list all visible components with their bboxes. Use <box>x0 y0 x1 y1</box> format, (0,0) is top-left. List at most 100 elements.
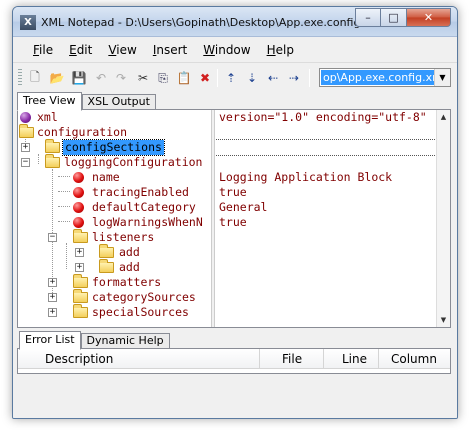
delete-icon[interactable]: ✖ <box>197 70 213 86</box>
cut-icon[interactable]: ✂ <box>135 70 151 86</box>
expand-icon[interactable]: + <box>48 278 57 287</box>
expand-icon[interactable]: + <box>48 293 57 302</box>
scroll-down-icon[interactable]: ▼ <box>437 313 450 327</box>
nudge-left-icon[interactable]: ⇠ <box>265 70 281 86</box>
menu-window-label: indow <box>214 43 251 57</box>
value-xml-declaration[interactable]: version="1.0" encoding="utf-8" <box>219 110 427 125</box>
toolbar-grip[interactable] <box>18 69 22 87</box>
folder-icon <box>73 274 88 288</box>
column-header-file[interactable]: File <box>260 349 324 368</box>
expand-icon[interactable]: + <box>75 248 84 257</box>
expand-icon[interactable]: + <box>75 263 84 272</box>
undo-icon[interactable]: ↶ <box>93 70 109 86</box>
tree-node-label: xml <box>37 110 58 124</box>
tree-node-label: loggingConfiguration <box>64 155 203 169</box>
location-combobox[interactable]: op\App.exe.config.xml ▼ <box>319 68 451 87</box>
toolbar: 🗋 📂 💾 ↶ ↷ ✂ ⎘ 📋 ✖ ⇡ ⇣ ⇠ ⇢ op\App.exe.con… <box>13 62 457 92</box>
tree-node-configsections[interactable]: + configSections <box>18 139 211 156</box>
expand-icon[interactable]: + <box>48 308 57 317</box>
tree-node-label: name <box>92 170 120 184</box>
close-icon: ✕ <box>423 11 434 24</box>
value-configsections-focused[interactable] <box>215 139 436 156</box>
tree-node-label: defaultCategory <box>92 200 196 214</box>
folder-icon <box>73 289 88 303</box>
error-list-panel: Description File Line Column <box>17 348 451 374</box>
menu-help-hotkey: H <box>266 43 276 57</box>
value-defaultcategory[interactable]: General <box>219 200 267 215</box>
tree-node-label: configSections <box>62 139 165 156</box>
vertical-scrollbar[interactable]: ▲ ▼ <box>436 110 450 327</box>
menu-view[interactable]: View <box>100 39 144 61</box>
attribute-icon <box>73 187 84 198</box>
tree-node-label: categorySources <box>92 290 196 304</box>
column-header-description[interactable]: Description <box>18 349 260 368</box>
open-folder-icon[interactable]: 📂 <box>49 70 65 86</box>
tree-node-label: logWarningsWhenN <box>92 215 203 229</box>
menu-bar: File Edit View Insert Window Help <box>13 39 457 61</box>
tree-view[interactable]: xml configuration + configSections − log… <box>18 110 211 327</box>
new-file-icon[interactable]: 🗋 <box>27 70 43 86</box>
redo-icon[interactable]: ↷ <box>113 70 129 86</box>
bottom-tabs: Error List Dynamic Help <box>19 331 170 350</box>
menu-window-hotkey: W <box>203 43 215 57</box>
folder-icon <box>45 139 60 153</box>
folder-icon <box>73 229 88 243</box>
tab-dynamic-help[interactable]: Dynamic Help <box>80 333 170 349</box>
window-title: XML Notepad - D:\Users\Gopinath\Desktop\… <box>41 16 385 29</box>
menu-edit-hotkey: E <box>69 43 77 57</box>
menu-help[interactable]: Help <box>259 39 302 61</box>
location-combobox-value: op\App.exe.config.xml <box>321 70 448 85</box>
tab-tree-view[interactable]: Tree View <box>17 92 82 111</box>
save-icon[interactable]: 💾 <box>71 70 87 86</box>
chevron-down-icon[interactable]: ▼ <box>434 69 450 86</box>
menu-insert[interactable]: Insert <box>145 39 195 61</box>
tree-connector <box>66 243 67 269</box>
xml-editor: xml configuration + configSections − log… <box>17 109 451 328</box>
tab-xsl-output[interactable]: XSL Output <box>81 94 156 110</box>
toolbar-separator <box>217 69 218 87</box>
collapse-icon[interactable]: − <box>48 233 57 242</box>
scroll-up-icon[interactable]: ▲ <box>437 110 450 124</box>
folder-icon <box>99 244 114 258</box>
expand-icon[interactable]: + <box>21 143 30 152</box>
nudge-down-icon[interactable]: ⇣ <box>244 70 260 86</box>
close-button[interactable]: ✕ <box>407 8 451 27</box>
attribute-icon <box>73 217 84 228</box>
tree-connector <box>58 191 70 192</box>
tree-connector <box>58 176 70 177</box>
copy-icon[interactable]: ⎘ <box>155 70 171 86</box>
value-name[interactable]: Logging Application Block <box>219 170 392 185</box>
error-list-header: Description File Line Column <box>18 349 450 369</box>
nudge-up-icon[interactable]: ⇡ <box>223 70 239 86</box>
tab-error-list[interactable]: Error List <box>19 331 81 350</box>
node-value-pane[interactable]: version="1.0" encoding="utf-8" Logging A… <box>215 110 436 327</box>
attribute-icon <box>73 202 84 213</box>
tree-node-label: configuration <box>37 125 128 139</box>
menu-edit[interactable]: Edit <box>61 39 100 61</box>
status-area <box>13 374 457 418</box>
menu-window[interactable]: Window <box>195 39 258 61</box>
menu-file[interactable]: File <box>25 39 61 61</box>
collapse-icon[interactable]: − <box>21 158 30 167</box>
column-header-column[interactable]: Column <box>379 349 450 368</box>
title-bar[interactable]: X XML Notepad - D:\Users\Gopinath\Deskto… <box>13 7 457 37</box>
tree-node-label: add <box>119 245 140 259</box>
maximize-icon: □ <box>388 11 399 24</box>
processing-instruction-icon <box>20 112 31 123</box>
tree-connector <box>38 154 39 164</box>
value-logwarningswhennocategoriesmatch[interactable]: true <box>219 215 247 230</box>
app-window: X XML Notepad - D:\Users\Gopinath\Deskto… <box>12 6 458 419</box>
nudge-right-icon[interactable]: ⇢ <box>286 70 302 86</box>
paste-icon[interactable]: 📋 <box>176 70 192 86</box>
maximize-button[interactable]: □ <box>381 8 407 27</box>
attribute-icon <box>73 172 84 183</box>
tree-connector <box>58 221 70 222</box>
minimize-button[interactable]: – <box>355 8 381 27</box>
folder-icon <box>45 154 60 168</box>
window-controls: – □ ✕ <box>355 8 451 28</box>
xml-notepad-app-icon[interactable]: X <box>20 15 36 30</box>
folder-icon <box>19 124 34 138</box>
column-header-line[interactable]: Line <box>324 349 379 368</box>
value-tracingenabled[interactable]: true <box>219 185 247 200</box>
tree-node-label: formatters <box>92 275 162 289</box>
